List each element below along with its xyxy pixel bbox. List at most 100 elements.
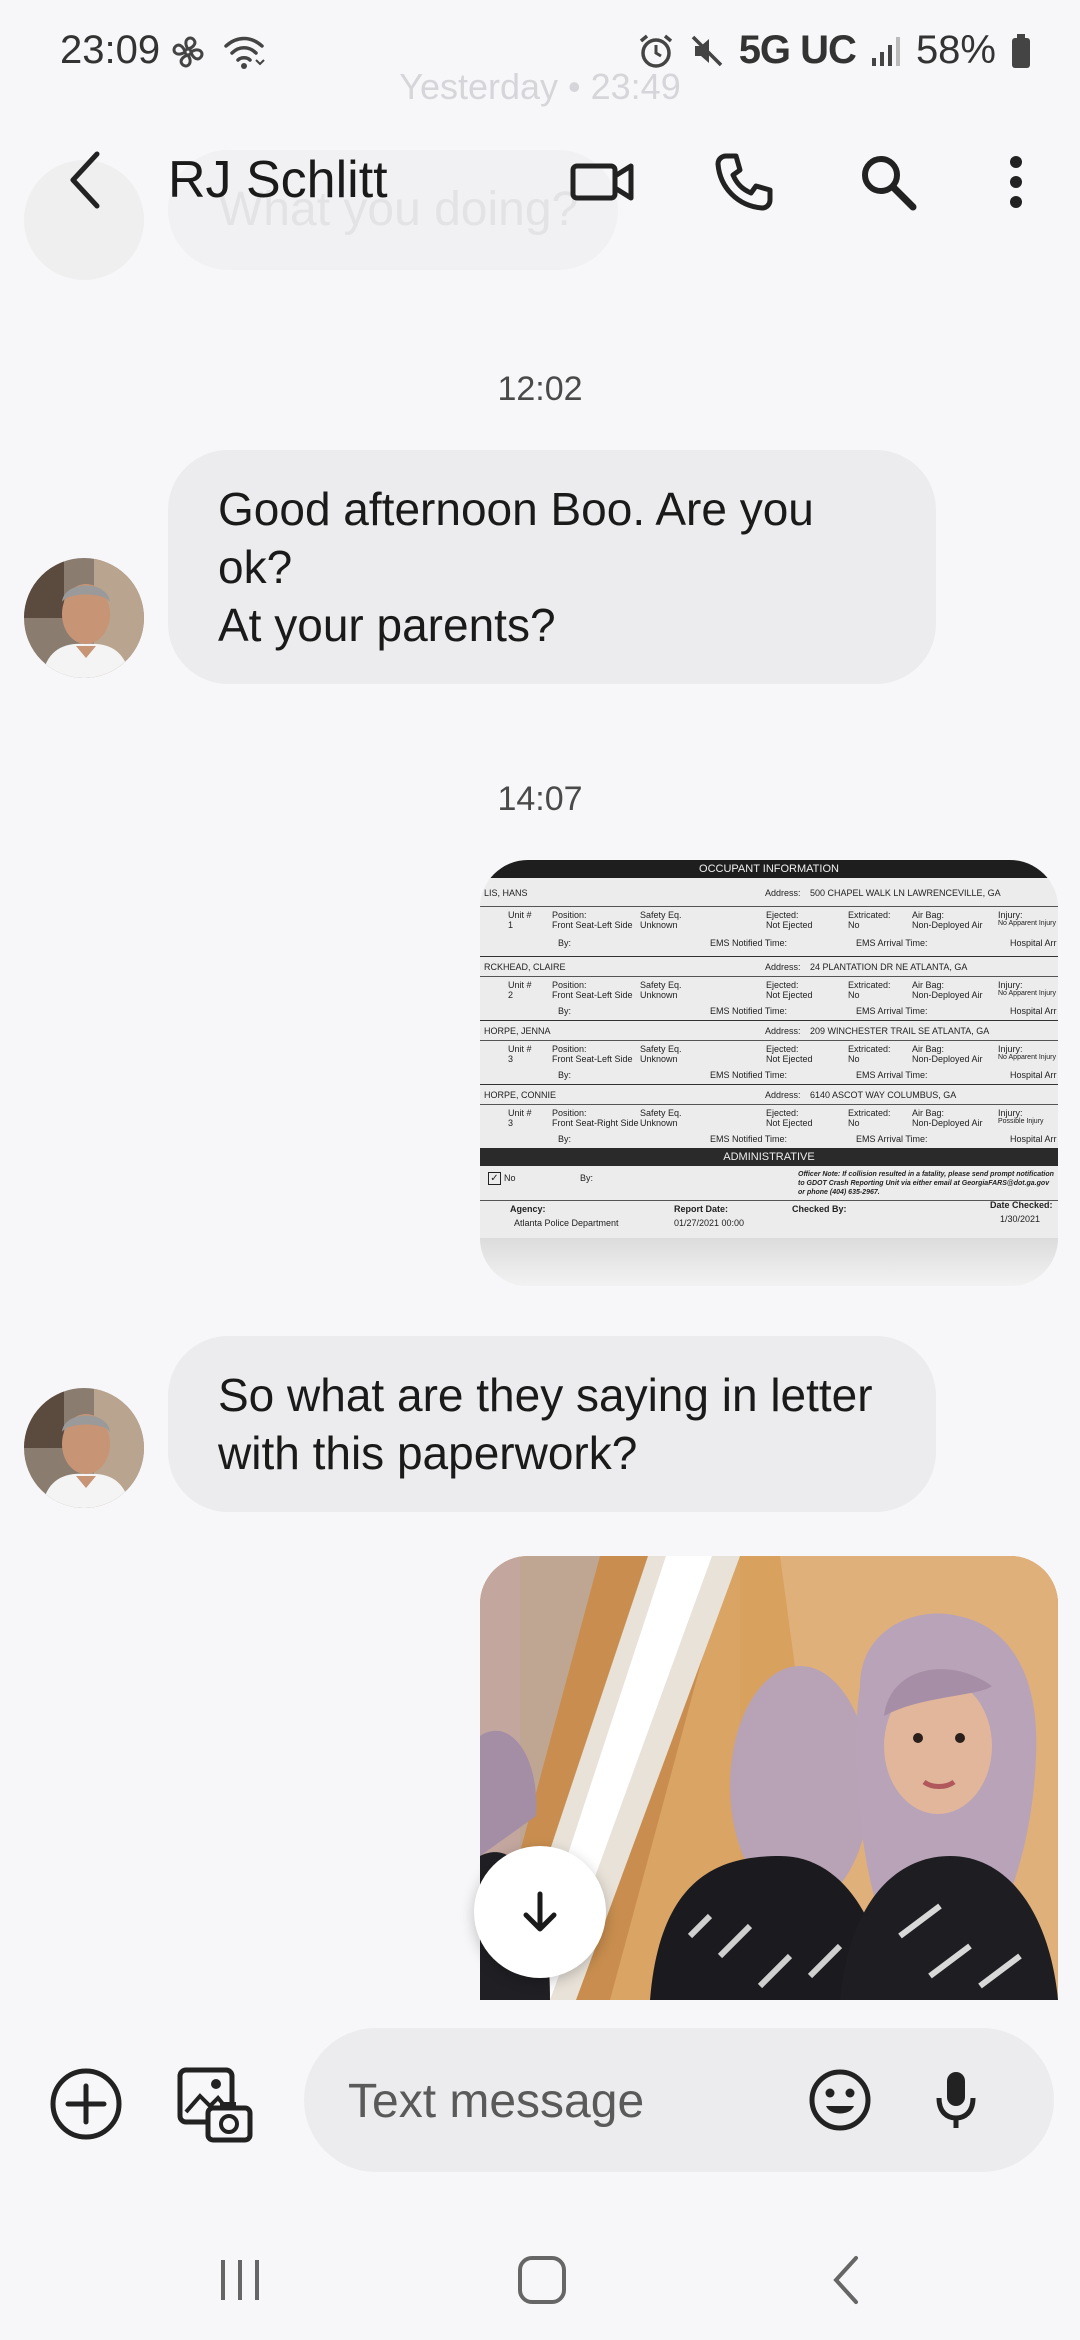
- doc-label: Hospital Arr: [1010, 938, 1057, 948]
- doc-value: 3: [508, 1118, 514, 1128]
- doc-value: Unknown: [640, 1054, 678, 1064]
- doc-label: Extricated:: [848, 980, 891, 990]
- back-nav-icon: [833, 2256, 858, 2304]
- doc-value: Not Ejected: [766, 1054, 813, 1064]
- doc-value: Not Ejected: [766, 920, 813, 930]
- doc-value: No Apparent Injury: [998, 1054, 1056, 1061]
- doc-value: No Apparent Injury: [998, 990, 1056, 997]
- doc-label: Position:: [552, 910, 587, 920]
- doc-label: EMS Arrival Time:: [856, 1006, 928, 1016]
- video-call-button[interactable]: [564, 144, 640, 220]
- doc-label: Safety Eq.: [640, 980, 682, 990]
- doc-value: 1: [508, 920, 514, 930]
- doc-label: Address:: [765, 962, 801, 972]
- doc-value: No: [848, 1118, 860, 1128]
- doc-value: Not Ejected: [766, 990, 813, 1000]
- doc-value: Non-Deployed Air: [912, 1118, 983, 1128]
- more-options-button[interactable]: [978, 144, 1054, 220]
- doc-label: Ejected:: [766, 1108, 799, 1118]
- arrow-down-icon: [523, 1891, 557, 1932]
- doc-label: EMS Arrival Time:: [856, 1070, 928, 1080]
- voice-input-button[interactable]: [920, 2064, 992, 2136]
- timestamp: 14:07: [497, 780, 583, 818]
- doc-address: 6140 ASCOT WAY COLUMBUS, GA: [810, 1090, 957, 1100]
- gallery-camera-button[interactable]: [170, 2060, 258, 2148]
- scroll-to-bottom-button[interactable]: [474, 1846, 606, 1978]
- message-input[interactable]: [346, 2028, 770, 2174]
- back-nav-button[interactable]: [806, 2250, 886, 2310]
- doc-label: Ejected:: [766, 980, 799, 990]
- doc-address: 500 CHAPEL WALK LN LAWRENCEVILLE, GA: [810, 888, 1001, 898]
- doc-label: Injury:: [998, 910, 1023, 920]
- doc-label: Position:: [552, 980, 587, 990]
- doc-label: Injury:: [998, 1108, 1023, 1118]
- doc-label: Hospital Arr: [1010, 1006, 1057, 1016]
- alarm-icon: [637, 32, 675, 70]
- home-button[interactable]: [502, 2250, 582, 2310]
- doc-label: Unit #: [508, 980, 532, 990]
- doc-label: EMS Arrival Time:: [856, 1134, 928, 1144]
- doc-row: HORPE, JENNA Address: 209 WINCHESTER TRA…: [480, 1020, 1058, 1085]
- mute-icon: [689, 33, 725, 69]
- doc-row: RCKHEAD, CLAIRE Address: 24 PLANTATION D…: [480, 956, 1058, 1021]
- message-composer: [0, 2000, 1080, 2200]
- doc-label: EMS Notified Time:: [710, 1006, 788, 1016]
- gallery-camera-icon: [177, 2067, 253, 2143]
- doc-label: Extricated:: [848, 1108, 891, 1118]
- signal-icon: [870, 34, 902, 68]
- doc-value: Front Seat-Left Side: [552, 920, 633, 930]
- doc-label: Report Date:: [674, 1204, 729, 1214]
- doc-row: HORPE, CONNIE Address: 6140 ASCOT WAY CO…: [480, 1084, 1058, 1149]
- search-button[interactable]: [850, 144, 926, 220]
- doc-value: No: [848, 920, 860, 930]
- doc-label: Safety Eq.: [640, 1108, 682, 1118]
- doc-label: By:: [558, 1070, 572, 1080]
- back-icon: [70, 151, 100, 209]
- avatar[interactable]: [24, 1388, 144, 1508]
- doc-label: Extricated:: [848, 910, 891, 920]
- doc-label: Air Bag:: [912, 1044, 945, 1054]
- doc-label: Agency:: [510, 1204, 546, 1214]
- doc-label: Position:: [552, 1108, 587, 1118]
- doc-label: EMS Arrival Time:: [856, 938, 928, 948]
- document-image-message[interactable]: OCCUPANT INFORMATION LIS, HANS Address: …: [480, 860, 1058, 1286]
- more-vert-icon: [1010, 156, 1022, 208]
- avatar[interactable]: [24, 558, 144, 678]
- recents-icon: [221, 2260, 259, 2300]
- doc-name: LIS, HANS: [484, 888, 528, 898]
- phone-icon: [715, 153, 773, 211]
- doc-value: 1/30/2021: [1000, 1214, 1041, 1224]
- doc-label: Address:: [765, 1026, 801, 1036]
- doc-label: Address:: [765, 888, 801, 898]
- voice-call-button[interactable]: [706, 144, 782, 220]
- doc-value: Unknown: [640, 990, 678, 1000]
- doc-label: Air Bag:: [912, 980, 945, 990]
- doc-label: Checked By:: [792, 1204, 847, 1214]
- doc-row: LIS, HANS Address: 500 CHAPEL WALK LN LA…: [480, 878, 1058, 957]
- doc-name: HORPE, CONNIE: [484, 1090, 557, 1100]
- date-divider: Yesterday • 23:49: [399, 66, 681, 107]
- doc-value: Front Seat-Left Side: [552, 990, 633, 1000]
- recents-button[interactable]: [200, 2250, 280, 2310]
- doc-value: Non-Deployed Air: [912, 920, 983, 930]
- emoji-icon: [809, 2069, 871, 2131]
- doc-label: By:: [580, 1173, 594, 1183]
- doc-label: Unit #: [508, 1044, 532, 1054]
- contact-name[interactable]: RJ Schlitt: [168, 150, 388, 210]
- doc-value: Front Seat-Left Side: [552, 1054, 633, 1064]
- doc-label: By:: [558, 1006, 572, 1016]
- doc-label: Ejected:: [766, 910, 799, 920]
- doc-value: 3: [508, 1054, 514, 1064]
- message-input-field[interactable]: [304, 2028, 1054, 2174]
- battery-icon: [1010, 33, 1032, 69]
- doc-label: Air Bag:: [912, 1108, 945, 1118]
- add-attachment-button[interactable]: [44, 2062, 128, 2146]
- back-button[interactable]: [50, 142, 120, 218]
- message-bubble[interactable]: Good afternoon Boo. Are you ok? At your …: [168, 450, 936, 684]
- doc-value: 01/27/2021 00:00: [674, 1218, 745, 1228]
- timestamp: 12:02: [497, 370, 583, 408]
- doc-value: Non-Deployed Air: [912, 990, 983, 1000]
- message-bubble[interactable]: So what are they saying in letter with t…: [168, 1336, 936, 1512]
- emoji-button[interactable]: [804, 2064, 876, 2136]
- doc-label: Extricated:: [848, 1044, 891, 1054]
